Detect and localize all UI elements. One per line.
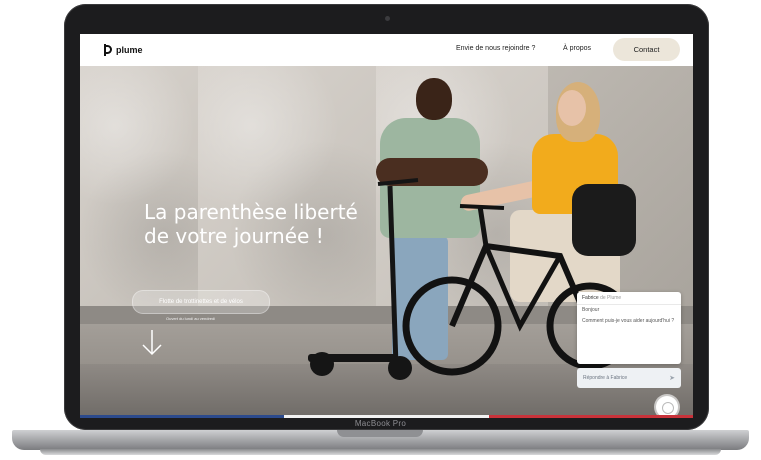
- strip-red: [488, 415, 693, 418]
- arrow-down-icon[interactable]: [140, 328, 164, 358]
- fleet-pill-button[interactable]: Flotte de trottinettes et de vélos: [132, 290, 270, 314]
- wall-panel: [80, 66, 200, 306]
- logo-text: plume: [116, 45, 143, 55]
- chat-agent-sub: de Plume: [600, 295, 622, 301]
- laptop-screen: plume Envie de nous rejoindre ? À propos…: [80, 34, 693, 418]
- chat-reply-input[interactable]: Répondre à Fabrice ➤: [577, 368, 681, 388]
- laptop-base-shadow: [40, 449, 721, 455]
- woman-face: [558, 90, 586, 126]
- hero-headline-line-2: de votre journée !: [144, 224, 324, 248]
- strip-blue: [80, 415, 285, 418]
- top-navigation: plume Envie de nous rejoindre ? À propos…: [80, 34, 693, 66]
- plume-logo[interactable]: plume: [104, 44, 143, 56]
- hero-headline: La parenthèse liberté de votre journée !: [144, 200, 414, 248]
- send-icon[interactable]: ➤: [669, 374, 675, 382]
- chat-message: Bonjour: [582, 307, 600, 313]
- chat-reply-placeholder: Répondre à Fabrice: [583, 375, 628, 381]
- chat-message: Comment puis-je vous aider aujourd'hui ?: [582, 318, 675, 324]
- chat-agent-name: Fabrice: [582, 295, 599, 301]
- hero-section: La parenthèse liberté de votre journée !…: [80, 66, 693, 418]
- chat-widget: Fabrice de Plume Bonjour Comment puis-je…: [577, 292, 681, 364]
- plume-logo-icon: [104, 44, 113, 56]
- hero-headline-line-1: La parenthèse liberté: [144, 200, 358, 224]
- nav-link-join-us[interactable]: Envie de nous rejoindre ?: [456, 45, 535, 52]
- laptop-model-label: MacBook Pro: [354, 419, 407, 428]
- contact-button[interactable]: Contact: [613, 38, 680, 61]
- tricolor-strip: [80, 415, 693, 418]
- chat-header: Fabrice de Plume: [577, 292, 681, 305]
- nav-link-about[interactable]: À propos: [563, 45, 591, 52]
- hero-small-text: Ouvert du lundi au vendredi: [166, 316, 216, 321]
- laptop-notch: [337, 430, 423, 437]
- man-head: [416, 78, 452, 120]
- camera-dot: [385, 16, 390, 21]
- strip-white: [284, 415, 489, 418]
